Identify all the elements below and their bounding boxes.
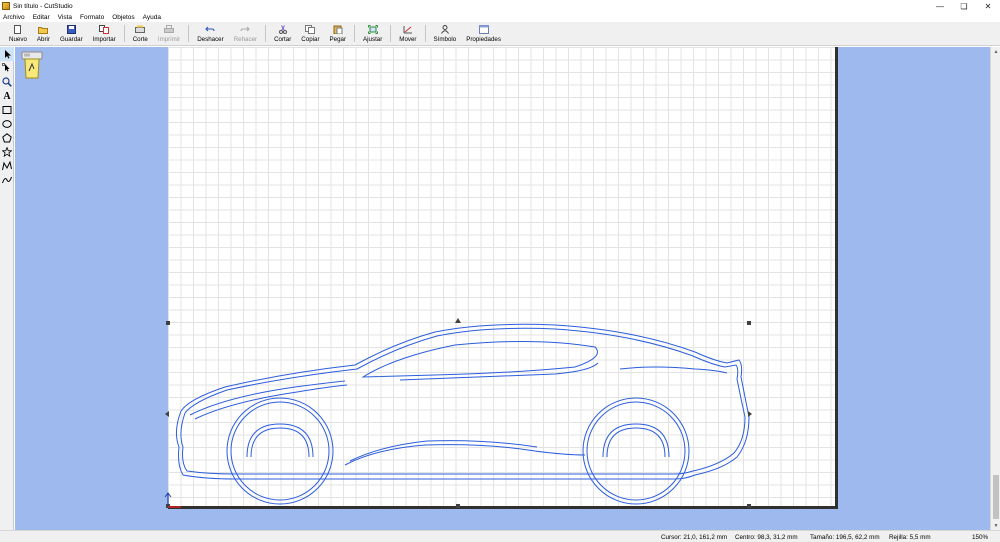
printer-icon bbox=[164, 25, 175, 34]
menu-editar[interactable]: Editar bbox=[33, 14, 50, 21]
zoom-level: 150% bbox=[972, 534, 989, 541]
save-disk-icon bbox=[66, 25, 76, 34]
redo-icon bbox=[240, 25, 251, 34]
scissors-icon bbox=[278, 25, 288, 34]
status-bar: Cursor: 21,0, 161,2 mm Centro: 98,3, 31,… bbox=[0, 530, 1000, 542]
properties-icon bbox=[478, 25, 489, 34]
ellipse-icon[interactable] bbox=[0, 117, 14, 131]
menu-formato[interactable]: Formato bbox=[80, 14, 104, 21]
cut-plot-button[interactable]: Corte bbox=[128, 22, 153, 45]
scroll-down-icon[interactable]: ▼ bbox=[991, 521, 1000, 530]
select-arrow-icon[interactable] bbox=[0, 47, 14, 61]
zoom-icon[interactable] bbox=[0, 75, 14, 89]
cut-machine-icon bbox=[135, 25, 146, 34]
move-button[interactable]: Mover bbox=[394, 22, 421, 45]
open-button[interactable]: Abrir bbox=[32, 22, 55, 45]
tool-palette: A bbox=[0, 47, 14, 530]
window-controls: — ❏ ✕ bbox=[928, 0, 1000, 12]
menu-bar: Archivo Editar Vista Formato Objetos Ayu… bbox=[0, 12, 1000, 22]
title-bar: Sin título - CutStudio — ❏ ✕ bbox=[0, 0, 1000, 12]
toolbar-separator bbox=[354, 25, 356, 42]
toolbar-separator bbox=[424, 25, 426, 42]
app-icon bbox=[2, 2, 10, 10]
toolbar-separator bbox=[188, 25, 190, 42]
main-toolbar: Nuevo Abrir Guardar Importar Corte Impri… bbox=[0, 22, 1000, 46]
toolbar-separator bbox=[123, 25, 125, 42]
new-button[interactable]: Nuevo bbox=[4, 22, 32, 45]
scrollbar-thumb[interactable] bbox=[993, 475, 999, 519]
node-edit-icon[interactable] bbox=[0, 61, 14, 75]
paste-button[interactable]: Pegar bbox=[325, 22, 352, 45]
fit-button[interactable]: Ajustar bbox=[358, 22, 387, 45]
new-file-icon bbox=[13, 25, 23, 34]
center-position: Centro: 98,3, 31,2 mm bbox=[735, 534, 798, 541]
window-title: Sin título - CutStudio bbox=[13, 2, 73, 10]
fit-icon bbox=[367, 25, 378, 34]
grid-size: Rejilla: 5,5 mm bbox=[889, 534, 931, 541]
import-icon bbox=[99, 25, 110, 34]
rectangle-icon[interactable] bbox=[0, 103, 14, 117]
vertical-scrollbar[interactable]: ▲ ▼ bbox=[990, 47, 1000, 530]
redo-button[interactable]: Rehacer bbox=[229, 22, 262, 45]
cursor-position: Cursor: 21,0, 161,2 mm bbox=[661, 534, 728, 541]
save-button[interactable]: Guardar bbox=[55, 22, 88, 45]
copy-icon bbox=[305, 25, 316, 34]
scroll-up-icon[interactable]: ▲ bbox=[991, 47, 1000, 56]
undo-button[interactable]: Deshacer bbox=[192, 22, 228, 45]
object-size: Tamaño: 196,5, 62,2 mm bbox=[810, 534, 880, 541]
menu-archivo[interactable]: Archivo bbox=[3, 14, 25, 21]
minimize-button[interactable]: — bbox=[928, 0, 952, 12]
copy-button[interactable]: Copiar bbox=[296, 22, 324, 45]
move-icon bbox=[403, 25, 413, 34]
symbol-icon bbox=[440, 25, 450, 34]
workspace[interactable] bbox=[15, 47, 990, 530]
car-outline-object[interactable] bbox=[15, 47, 990, 530]
polyline-icon[interactable] bbox=[0, 159, 14, 173]
properties-button[interactable]: Propiedades bbox=[461, 22, 506, 45]
import-button[interactable]: Importar bbox=[88, 22, 121, 45]
symbol-button[interactable]: Símbolo bbox=[429, 22, 462, 45]
cut-button[interactable]: Cortar bbox=[269, 22, 296, 45]
open-folder-icon bbox=[38, 25, 49, 34]
menu-objetos[interactable]: Objetos bbox=[112, 14, 134, 21]
paste-icon bbox=[333, 25, 343, 34]
curve-icon[interactable] bbox=[0, 173, 14, 187]
close-button[interactable]: ✕ bbox=[976, 0, 1000, 12]
menu-ayuda[interactable]: Ayuda bbox=[143, 14, 161, 21]
print-button[interactable]: Imprimir bbox=[153, 22, 185, 45]
undo-icon bbox=[205, 25, 215, 34]
star-icon[interactable] bbox=[0, 145, 14, 159]
text-tool-icon[interactable]: A bbox=[0, 89, 14, 103]
toolbar-separator bbox=[390, 25, 392, 42]
menu-vista[interactable]: Vista bbox=[58, 14, 72, 21]
toolbar-separator bbox=[265, 25, 267, 42]
polygon-icon[interactable] bbox=[0, 131, 14, 145]
maximize-button[interactable]: ❏ bbox=[952, 0, 976, 12]
